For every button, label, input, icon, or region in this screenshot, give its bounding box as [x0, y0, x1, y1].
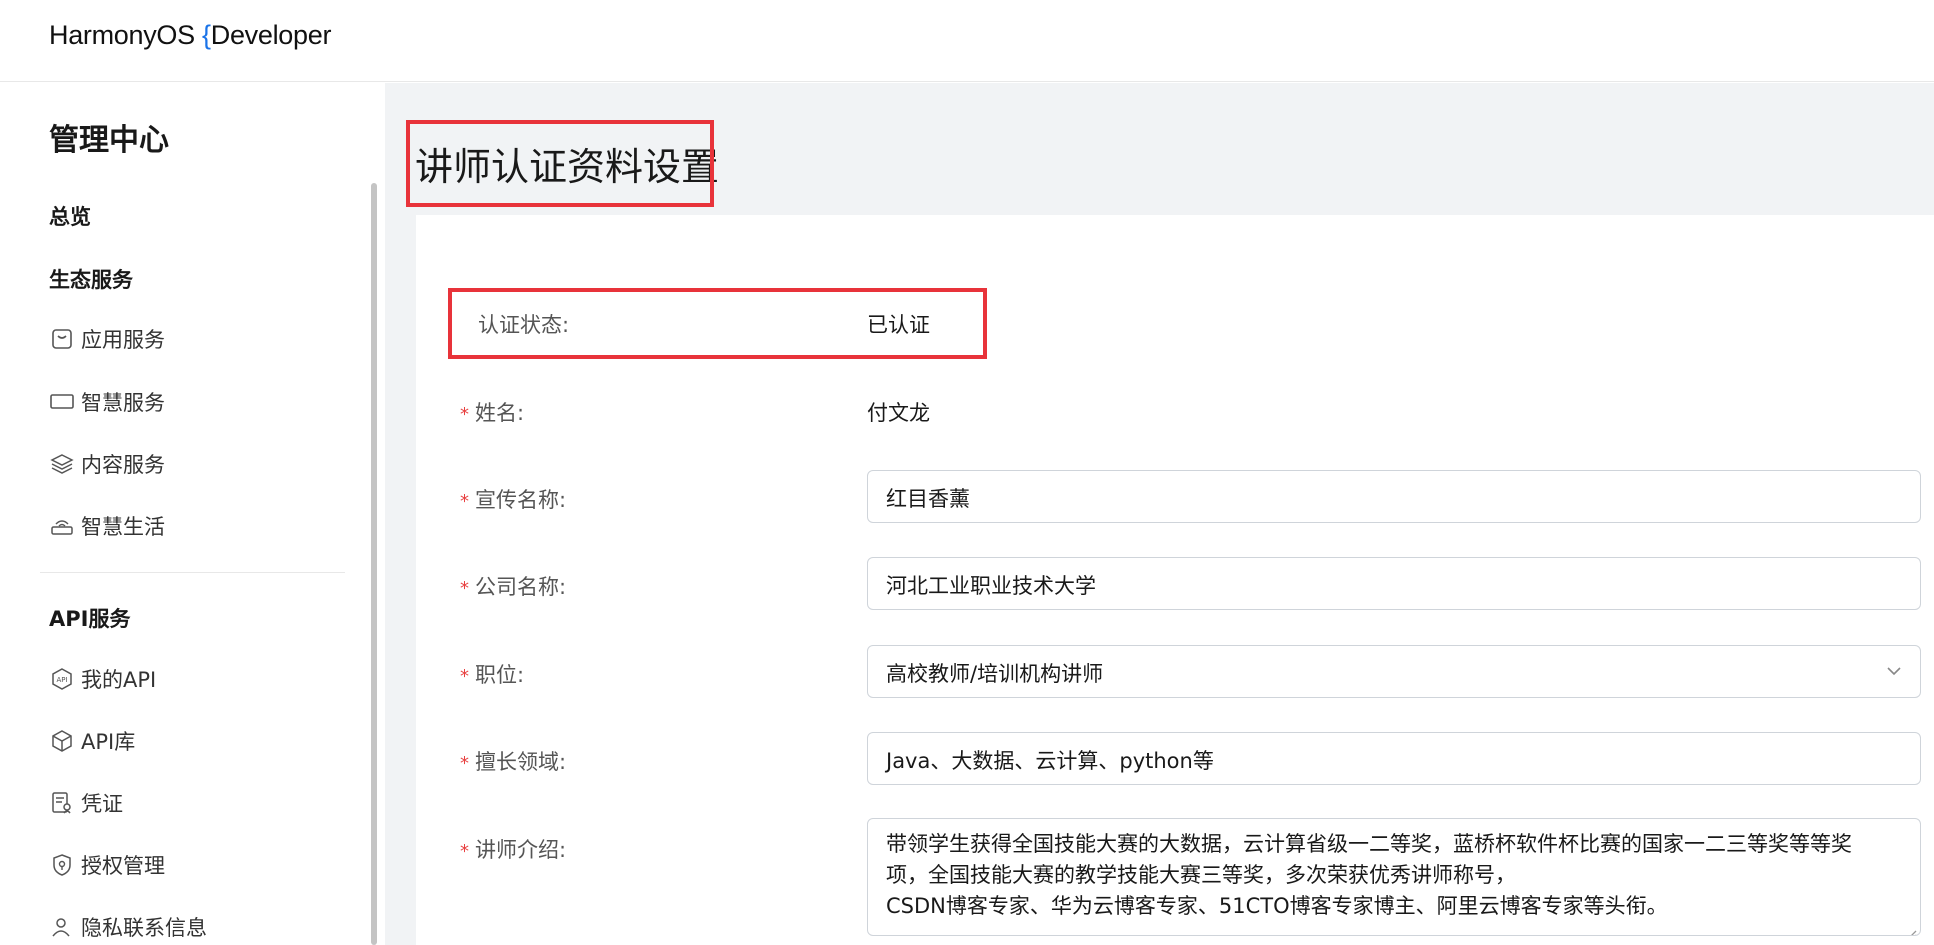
intro-textarea[interactable]: 带领学生获得全国技能大赛的大数据，云计算省级一二等奖，蓝桥杯软件杯比赛的国家一二…	[867, 818, 1921, 936]
position-label: * 职位:	[460, 659, 524, 689]
sidebar-item-api-library[interactable]: API库	[49, 726, 135, 756]
sidebar-item-app-service[interactable]: 应用服务	[49, 324, 165, 354]
required-mark: *	[460, 753, 469, 774]
screen-icon	[49, 389, 75, 415]
sidebar-section-api[interactable]: API服务	[49, 603, 130, 633]
sidebar: 管理中心 总览 生态服务 应用服务 智慧服务 内容服务 智慧生活 API服务 A…	[0, 83, 385, 945]
required-mark: *	[460, 404, 469, 425]
label-text: 姓名:	[475, 401, 525, 425]
sidebar-item-authorization[interactable]: 授权管理	[49, 850, 165, 880]
required-mark: *	[460, 666, 469, 687]
sidebar-item-smart-life[interactable]: 智慧生活	[49, 511, 165, 541]
label-text: 公司名称:	[475, 575, 567, 599]
company-input[interactable]: 河北工业职业技术大学	[867, 557, 1921, 610]
intro-label: * 讲师介绍:	[460, 834, 566, 864]
label-text: 职位:	[475, 663, 525, 687]
sidebar-item-label: 我的API	[81, 668, 157, 692]
sidebar-section-eco[interactable]: 生态服务	[49, 264, 133, 294]
sidebar-item-label: 凭证	[81, 792, 123, 816]
sidebar-scrollbar[interactable]	[371, 183, 377, 945]
sidebar-item-content-service[interactable]: 内容服务	[49, 449, 165, 479]
sidebar-item-label: 智慧生活	[81, 515, 165, 539]
harmonyos-developer-logo[interactable]: HarmonyOS {Developer	[49, 20, 331, 51]
layers-icon	[49, 451, 75, 477]
sidebar-item-label: 授权管理	[81, 854, 165, 878]
user-icon	[49, 914, 75, 940]
intro-line: CSDN博客专家、华为云博客专家、51CTO博客专家博主、阿里云博客专家等头衔。	[886, 894, 1668, 918]
sidebar-item-my-api[interactable]: API 我的API	[49, 664, 156, 694]
sidebar-item-label: 隐私联系信息	[81, 916, 207, 940]
cube-icon	[49, 728, 75, 754]
credential-icon	[49, 790, 75, 816]
status-value: 已认证	[867, 313, 930, 337]
sidebar-title: 管理中心	[49, 123, 169, 158]
sidebar-item-credential[interactable]: 凭证	[49, 788, 123, 818]
expertise-label: * 擅长领域:	[460, 746, 566, 776]
chevron-down-icon[interactable]	[1884, 661, 1904, 681]
position-selected-value: 高校教师/培训机构讲师	[886, 662, 1104, 686]
required-mark: *	[460, 578, 469, 599]
promo-name-label: * 宣传名称:	[460, 484, 566, 514]
sidebar-item-label: API库	[81, 730, 136, 754]
sidebar-divider	[40, 572, 345, 573]
label-text: 擅长领域:	[475, 750, 567, 774]
api-badge-icon: API	[49, 666, 75, 692]
company-label: * 公司名称:	[460, 571, 566, 601]
status-label: 认证状态:	[478, 313, 570, 337]
expertise-input[interactable]: Java、大数据、云计算、python等	[867, 732, 1921, 785]
sidebar-item-privacy-contact[interactable]: 隐私联系信息	[49, 912, 207, 942]
label-text: 宣传名称:	[475, 488, 567, 512]
intro-line: 项，全国技能大赛的教学技能大赛三等奖，多次荣获优秀讲师称号，	[886, 863, 1516, 887]
title-highlight-box	[406, 120, 714, 207]
router-icon	[49, 513, 75, 539]
position-select[interactable]: 高校教师/培训机构讲师	[867, 645, 1921, 698]
sidebar-item-label: 内容服务	[81, 453, 165, 477]
sidebar-item-label: 应用服务	[81, 328, 165, 352]
svg-text:API: API	[56, 676, 67, 684]
sidebar-item-smart-service[interactable]: 智慧服务	[49, 387, 165, 417]
shield-icon	[49, 852, 75, 878]
app-icon	[49, 326, 75, 352]
required-mark: *	[460, 491, 469, 512]
intro-line: 带领学生获得全国技能大赛的大数据，云计算省级一二等奖，蓝桥杯软件杯比赛的国家一二…	[886, 832, 1852, 856]
resize-handle-icon[interactable]	[1903, 918, 1917, 935]
promo-name-input[interactable]: 红目香薰	[867, 470, 1921, 523]
sidebar-item-label: 智慧服务	[81, 391, 165, 415]
label-text: 讲师介绍:	[475, 838, 567, 862]
top-bar: HarmonyOS {Developer	[0, 0, 1934, 82]
name-label: * 姓名:	[460, 397, 524, 427]
required-mark: *	[460, 841, 469, 862]
sidebar-item-overview[interactable]: 总览	[49, 201, 91, 231]
name-value: 付文龙	[867, 401, 930, 425]
